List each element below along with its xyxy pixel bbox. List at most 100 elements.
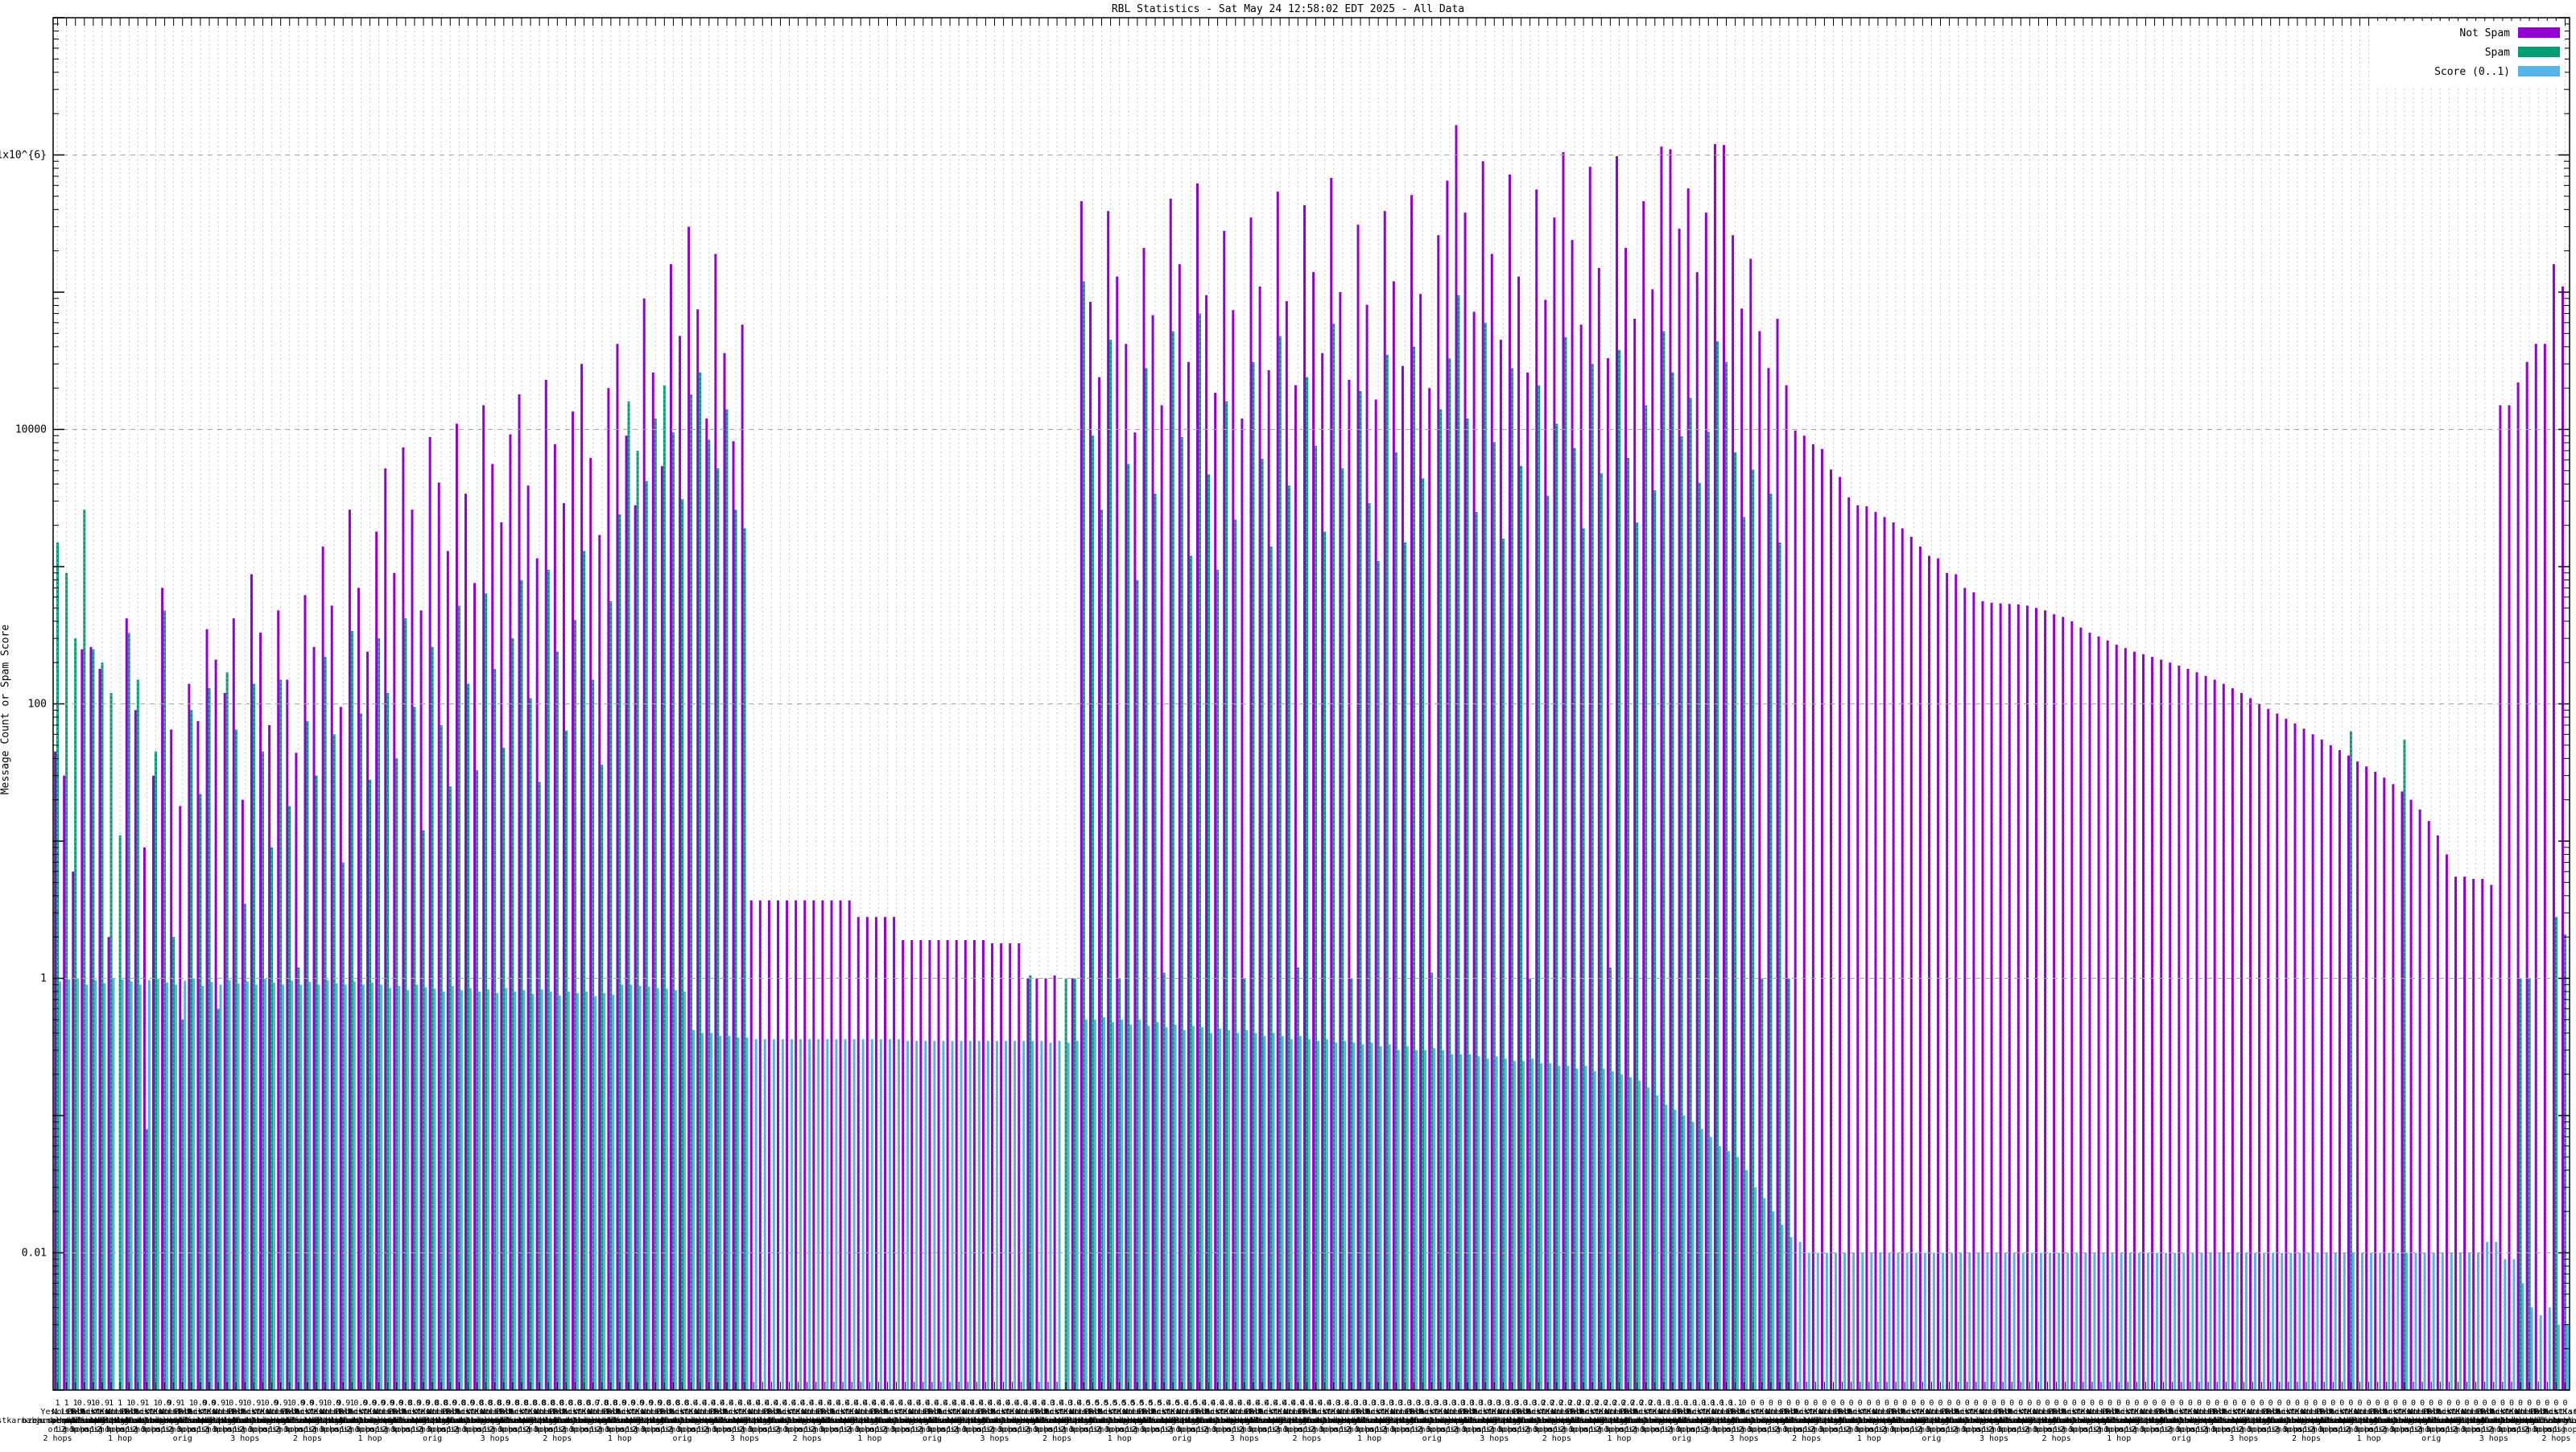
legend-swatch: [2518, 27, 2560, 38]
bar-spam: [493, 668, 497, 1390]
bar-score: [1790, 1237, 1793, 1390]
bar-not-spam: [1508, 174, 1511, 1390]
bar-not-spam: [2222, 683, 2225, 1390]
bar-not-spam: [1339, 292, 1342, 1390]
bar-not-spam: [125, 618, 128, 1390]
bar-score: [2414, 1252, 2417, 1390]
bar-spam: [1377, 560, 1380, 1391]
bar-not-spam: [1356, 225, 1360, 1391]
bar-not-spam: [1535, 189, 1538, 1391]
bar-score: [1682, 1116, 1686, 1390]
bar-score: [1852, 1252, 1856, 1390]
bar-score: [754, 1039, 758, 1390]
bar-score: [2423, 1252, 2426, 1390]
bar-score: [1031, 1041, 1034, 1390]
bar-not-spam: [2374, 771, 2377, 1390]
bar-score: [2174, 1252, 2177, 1390]
bar-score: [594, 996, 597, 1390]
bar-not-spam: [2178, 665, 2181, 1390]
bar-not-spam: [1187, 361, 1190, 1391]
bar-not-spam: [625, 435, 628, 1390]
bar-not-spam: [473, 583, 477, 1390]
bar-score: [1647, 1087, 1650, 1390]
bar-score: [1129, 1025, 1133, 1390]
bar-score: [951, 1041, 954, 1390]
bar-not-spam: [723, 353, 726, 1390]
bar-not-spam: [1000, 943, 1003, 1390]
bar-not-spam: [1053, 975, 1056, 1390]
bar-score: [2432, 1252, 2435, 1390]
bar-not-spam: [1597, 267, 1600, 1391]
bar-not-spam: [1142, 248, 1146, 1390]
bar-spam: [564, 730, 568, 1390]
bar-score: [308, 982, 312, 1390]
bar-score: [389, 988, 392, 1390]
bar-score: [719, 1036, 722, 1390]
bar-not-spam: [776, 900, 779, 1390]
bar-score: [1718, 1145, 1721, 1390]
bar-score: [915, 1041, 919, 1390]
bar-not-spam: [303, 595, 307, 1390]
bar-score: [835, 1039, 838, 1390]
bar-not-spam: [2463, 877, 2467, 1390]
bar-not-spam: [1125, 344, 1128, 1390]
bar-score: [1058, 1041, 1061, 1390]
bar-score: [2370, 1252, 2373, 1390]
bar-not-spam: [2525, 361, 2529, 1391]
bar-score: [1897, 1252, 1900, 1390]
bar-not-spam: [1088, 302, 1092, 1390]
bar-not-spam: [2097, 636, 2100, 1390]
bar-not-spam: [803, 900, 807, 1390]
bar-not-spam: [795, 900, 798, 1390]
bar-not-spam: [1249, 217, 1253, 1390]
bar-score: [2486, 1242, 2489, 1390]
bar-not-spam: [562, 503, 565, 1391]
bar-not-spam: [491, 464, 494, 1391]
bar-not-spam: [928, 939, 931, 1390]
bar-score: [344, 984, 347, 1390]
bar-score: [1879, 1252, 1882, 1390]
bar-not-spam: [1749, 258, 1752, 1390]
bar-not-spam: [402, 447, 405, 1390]
bar-score: [505, 988, 508, 1390]
bar-score: [1451, 1054, 1454, 1390]
bar-score: [1165, 1027, 1168, 1390]
bar-score: [424, 987, 427, 1390]
bar-score: [772, 1039, 775, 1390]
bar-not-spam: [1472, 311, 1476, 1390]
bar-not-spam: [749, 900, 753, 1390]
bar-not-spam: [277, 610, 280, 1390]
bar-spam: [1430, 972, 1434, 1390]
bar-not-spam: [1009, 943, 1012, 1390]
bar-score: [112, 978, 115, 1390]
bar-not-spam: [2240, 693, 2243, 1390]
bar-not-spam: [1758, 331, 1761, 1390]
bar-not-spam: [2552, 264, 2555, 1391]
bar-score: [2281, 1252, 2284, 1390]
bar-score: [2200, 1252, 2203, 1390]
bar-not-spam: [1588, 167, 1591, 1391]
bar-score: [1959, 1252, 1963, 1390]
bar-score: [2298, 1252, 2301, 1390]
bar-not-spam: [1571, 240, 1574, 1390]
bar-not-spam: [946, 939, 949, 1390]
bar-not-spam: [1918, 547, 1922, 1390]
bar-not-spam: [2356, 761, 2359, 1390]
bar-score: [1977, 1252, 1980, 1390]
bar-spam: [1457, 295, 1460, 1390]
bar-not-spam: [1972, 592, 1975, 1390]
bar-not-spam: [2106, 640, 2109, 1390]
bar-not-spam: [2508, 405, 2511, 1391]
bar-score: [166, 982, 169, 1390]
bar-not-spam: [1517, 276, 1521, 1390]
bar-not-spam: [1883, 517, 1886, 1390]
bar-score: [844, 1039, 847, 1390]
bar-score: [674, 990, 677, 1390]
bar-not-spam: [732, 441, 735, 1391]
bar-score: [612, 994, 615, 1390]
bar-not-spam: [446, 551, 449, 1390]
bar-score: [1102, 1017, 1105, 1390]
bar-score: [1084, 1019, 1088, 1390]
bar-score: [621, 984, 624, 1390]
legend-label: Spam: [2485, 47, 2510, 59]
